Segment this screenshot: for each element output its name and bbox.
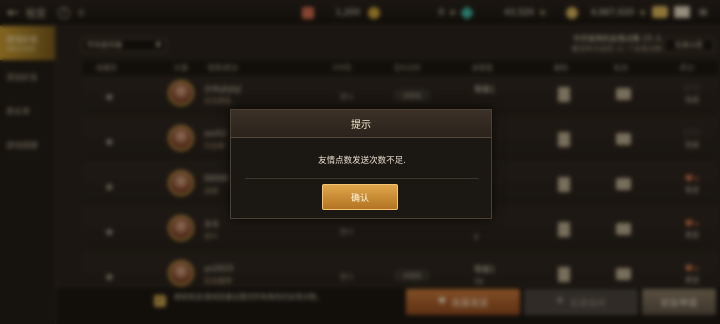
alert-dialog: 提示 友情点数发送次数不足. 确认: [230, 109, 492, 219]
dialog-divider: [245, 178, 479, 179]
dialog-title: 提示: [231, 110, 491, 138]
dialog-message: 友情点数发送次数不足.: [318, 156, 406, 166]
confirm-button[interactable]: 确认: [322, 184, 398, 210]
